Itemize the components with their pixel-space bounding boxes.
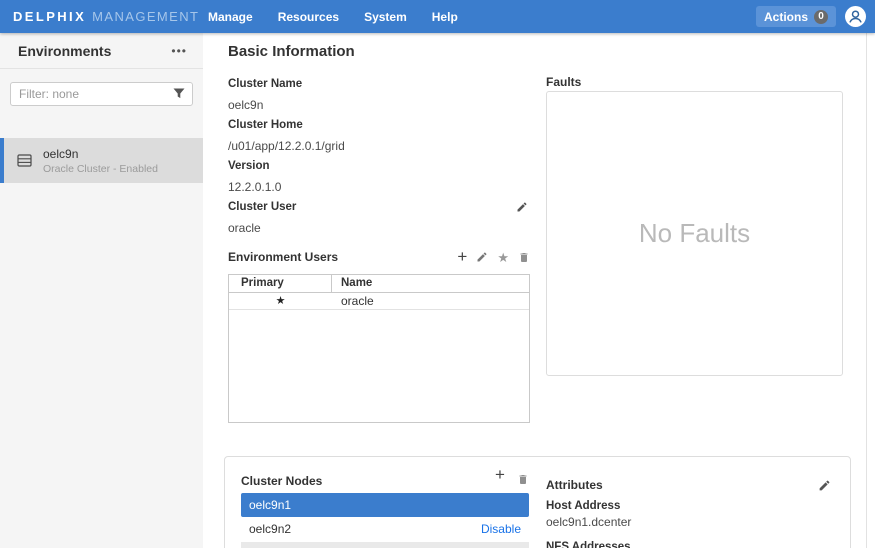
field-value-cluster-home: /u01/app/12.2.0.1/grid [228, 136, 530, 157]
list-scrollbar[interactable] [241, 542, 529, 548]
basic-information-fields: Cluster Name oelc9n Cluster Home /u01/ap… [228, 74, 530, 238]
field-label-version: Version [228, 156, 530, 177]
filter-input[interactable] [10, 82, 193, 106]
cluster-icon [17, 154, 32, 167]
delphix-logo: DELPHIX MANAGEMENT [13, 0, 199, 33]
top-navbar: DELPHIX MANAGEMENT Manage Resources Syst… [0, 0, 875, 33]
add-user-icon[interactable]: + [457, 250, 467, 264]
attribute-label-nfs-addresses: NFS Addresses [546, 541, 631, 548]
node-name: oelc9n2 [249, 522, 291, 536]
cluster-nodes-card: Cluster Nodes + oelc9n1 oelc9n2 Disable … [224, 456, 851, 548]
actions-button-label: Actions [764, 10, 808, 24]
environment-subtitle: Oracle Cluster - Enabled [43, 163, 158, 175]
sidebar-header: Environments ••• [0, 33, 203, 69]
column-header-name: Name [332, 275, 529, 292]
faults-title: Faults [546, 75, 581, 89]
nav-item-system[interactable]: System [364, 10, 407, 24]
nav-item-resources[interactable]: Resources [278, 10, 339, 24]
table-header-row: Primary Name [229, 275, 529, 293]
page-title: Basic Information [228, 43, 355, 60]
field-value-version: 12.2.0.1.0 [228, 177, 530, 198]
environment-users-toolbar: + ★ [457, 250, 530, 264]
user-name-cell: oracle [332, 293, 529, 309]
attribute-value-host-address: oelc9n1.dcenter [546, 515, 631, 529]
edit-attributes-icon[interactable] [818, 479, 831, 492]
column-header-primary: Primary [229, 275, 332, 292]
environment-users-table: Primary Name ★ oracle [228, 274, 530, 423]
filter-container [10, 82, 193, 106]
sidebar: Environments ••• oelc9n Oracle Cluster -… [0, 33, 203, 548]
main-nav: Manage Resources System Help [208, 0, 458, 33]
sidebar-title: Environments [18, 43, 111, 59]
environment-users-header: Environment Users + ★ [228, 250, 530, 264]
table-row-oracle[interactable]: ★ oracle [229, 293, 529, 310]
nav-item-help[interactable]: Help [432, 10, 458, 24]
cluster-nodes-title: Cluster Nodes [241, 474, 322, 488]
add-node-icon[interactable]: + [495, 468, 505, 482]
environment-name: oelc9n [43, 147, 158, 161]
field-label-cluster-user: Cluster User [228, 197, 530, 218]
field-value-cluster-name: oelc9n [228, 95, 530, 116]
user-avatar-button[interactable] [845, 6, 866, 27]
attributes-title: Attributes [546, 478, 603, 492]
actions-button[interactable]: Actions 0 [756, 6, 836, 27]
nav-item-manage[interactable]: Manage [208, 10, 253, 24]
field-label-cluster-home: Cluster Home [228, 115, 530, 136]
person-icon [845, 6, 866, 27]
logo-management: MANAGEMENT [92, 9, 199, 24]
environment-list-item-oelc9n[interactable]: oelc9n Oracle Cluster - Enabled [0, 138, 203, 183]
filter-icon[interactable] [173, 88, 185, 99]
field-value-cluster-user: oracle [228, 218, 530, 239]
attribute-label-host-address: Host Address [546, 500, 620, 512]
node-row-oelc9n1[interactable]: oelc9n1 [241, 493, 529, 517]
app-window: DELPHIX MANAGEMENT Manage Resources Syst… [0, 0, 875, 548]
main-content: Basic Information Cluster Name oelc9n Cl… [203, 33, 875, 548]
environment-item-text: oelc9n Oracle Cluster - Enabled [43, 147, 158, 175]
delete-user-icon[interactable] [518, 251, 530, 264]
environment-users-title: Environment Users [228, 250, 338, 264]
node-name: oelc9n1 [249, 498, 291, 512]
actions-count-badge: 0 [814, 10, 828, 24]
delete-node-icon[interactable] [517, 473, 529, 486]
faults-panel: No Faults [546, 91, 843, 376]
field-label-cluster-name: Cluster Name [228, 74, 530, 95]
no-faults-text: No Faults [639, 218, 750, 249]
logo-delphix: DELPHIX [13, 9, 86, 24]
primary-star-cell: ★ [229, 293, 332, 309]
set-primary-star-icon[interactable]: ★ [497, 251, 509, 264]
edit-cluster-user-icon[interactable] [516, 201, 528, 213]
node-row-oelc9n2[interactable]: oelc9n2 Disable [241, 517, 529, 541]
cluster-node-list: oelc9n1 oelc9n2 Disable [241, 493, 529, 548]
cluster-user-label-text: Cluster User [228, 201, 296, 213]
disable-node-link[interactable]: Disable [481, 522, 521, 536]
content-scroll-gutter [866, 33, 867, 548]
more-menu-icon[interactable]: ••• [171, 44, 187, 58]
edit-user-icon[interactable] [476, 251, 488, 263]
